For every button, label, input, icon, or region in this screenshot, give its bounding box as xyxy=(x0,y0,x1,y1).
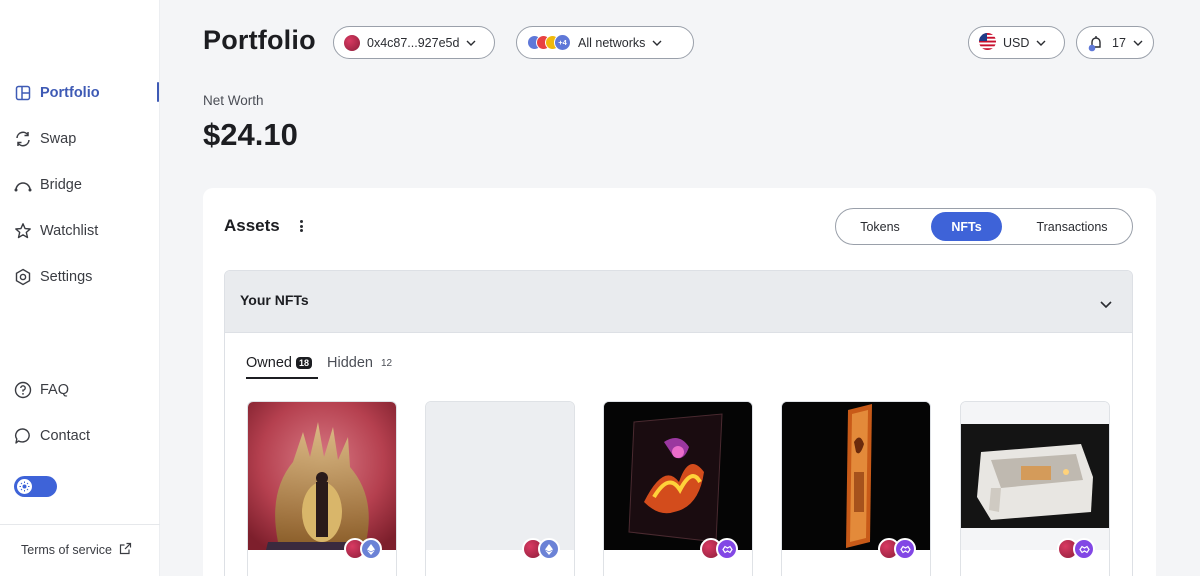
page-title: Portfolio xyxy=(203,25,316,55)
us-flag-icon xyxy=(979,32,996,53)
nft-chain-badges xyxy=(1057,538,1095,560)
sidebar-item-bridge[interactable]: Bridge xyxy=(14,174,82,196)
sidebar-item-label: Watchlist xyxy=(40,223,99,239)
tab-owned[interactable]: Owned 18 xyxy=(246,355,312,371)
account-avatar xyxy=(344,34,360,51)
ethereum-icon xyxy=(360,538,382,560)
nft-chain-badges xyxy=(344,538,382,560)
account-selector[interactable]: 0x4c87...927e5d xyxy=(333,26,495,59)
sidebar-item-label: Portfolio xyxy=(40,85,100,101)
settings-icon xyxy=(14,268,32,286)
tab-transactions[interactable]: Transactions xyxy=(1016,212,1128,241)
bell-icon xyxy=(1087,34,1105,52)
sidebar-item-label: Settings xyxy=(40,269,93,285)
bridge-icon xyxy=(14,176,32,194)
currency-label: USD xyxy=(1003,35,1030,50)
nft-chain-badges xyxy=(522,538,560,560)
notifications-count: 17 xyxy=(1112,35,1126,50)
sidebar-item-faq[interactable]: FAQ xyxy=(14,379,69,401)
more-networks-badge: +4 xyxy=(554,34,571,51)
polygon-icon xyxy=(1073,538,1095,560)
sidebar: Portfolio Swap Bridge Watchlist Settings… xyxy=(0,0,160,576)
tab-tokens[interactable]: Tokens xyxy=(842,212,918,241)
sidebar-item-watchlist[interactable]: Watchlist xyxy=(14,220,98,242)
currency-selector[interactable]: USD xyxy=(968,26,1065,59)
ethereum-icon xyxy=(538,538,560,560)
owned-label: Owned xyxy=(246,355,292,371)
nft-image-placeholder xyxy=(426,402,574,550)
nft-card[interactable] xyxy=(603,401,753,576)
question-icon xyxy=(14,381,32,399)
nft-chain-badges xyxy=(700,538,738,560)
net-worth-value: $24.10 xyxy=(203,117,298,152)
sidebar-item-label: Bridge xyxy=(40,177,82,193)
sidebar-item-swap[interactable]: Swap xyxy=(14,128,76,150)
your-nfts-header[interactable]: Your NFTs xyxy=(225,271,1132,333)
sidebar-item-portfolio[interactable]: Portfolio xyxy=(14,82,100,104)
chevron-down-icon xyxy=(1036,38,1046,48)
assets-tabs: Tokens NFTs Transactions xyxy=(835,208,1133,245)
owned-underline xyxy=(246,377,318,379)
portfolio-icon xyxy=(14,84,32,102)
hidden-count: 12 xyxy=(380,357,393,369)
terms-label: Terms of service xyxy=(21,543,112,557)
nft-card[interactable] xyxy=(960,401,1110,576)
chevron-down-icon xyxy=(652,38,662,48)
nft-card[interactable] xyxy=(425,401,575,576)
sun-icon xyxy=(17,479,32,494)
terms-of-service-link[interactable]: Terms of service xyxy=(21,542,132,558)
sidebar-item-label: FAQ xyxy=(40,382,70,398)
nft-image xyxy=(961,402,1109,550)
nft-card[interactable] xyxy=(247,401,397,576)
active-indicator xyxy=(157,82,159,102)
net-worth-label: Net Worth xyxy=(203,93,264,108)
nft-card[interactable] xyxy=(781,401,931,576)
chevron-down-icon xyxy=(1100,295,1112,313)
chevron-down-icon xyxy=(466,38,476,48)
notifications-button[interactable]: 17 xyxy=(1076,26,1154,59)
star-icon xyxy=(14,222,32,240)
network-selector[interactable]: +4 All networks xyxy=(516,26,694,59)
sidebar-item-settings[interactable]: Settings xyxy=(14,266,92,288)
swap-icon xyxy=(14,130,32,148)
networks-label: All networks xyxy=(578,35,646,50)
chat-icon xyxy=(14,427,32,445)
sidebar-item-label: Swap xyxy=(40,131,77,147)
polygon-icon xyxy=(716,538,738,560)
chevron-down-icon xyxy=(1133,38,1143,48)
owned-count: 18 xyxy=(295,357,312,369)
your-nfts-title: Your NFTs xyxy=(240,292,309,308)
nft-image xyxy=(604,402,752,550)
theme-toggle[interactable] xyxy=(14,476,57,497)
sidebar-divider xyxy=(0,524,160,525)
assets-title: Assets xyxy=(224,216,280,235)
external-link-icon xyxy=(119,542,132,558)
account-address: 0x4c87...927e5d xyxy=(367,35,460,50)
more-options-icon[interactable] xyxy=(296,218,306,234)
tab-hidden[interactable]: Hidden 12 xyxy=(327,355,392,371)
tab-nfts[interactable]: NFTs xyxy=(931,212,1002,241)
nft-image xyxy=(248,402,396,550)
hidden-label: Hidden xyxy=(327,355,373,371)
polygon-icon xyxy=(894,538,916,560)
nft-chain-badges xyxy=(878,538,916,560)
nft-image xyxy=(782,402,930,550)
sidebar-item-label: Contact xyxy=(40,428,90,444)
network-icons: +4 xyxy=(527,34,571,51)
sidebar-item-contact[interactable]: Contact xyxy=(14,425,90,447)
